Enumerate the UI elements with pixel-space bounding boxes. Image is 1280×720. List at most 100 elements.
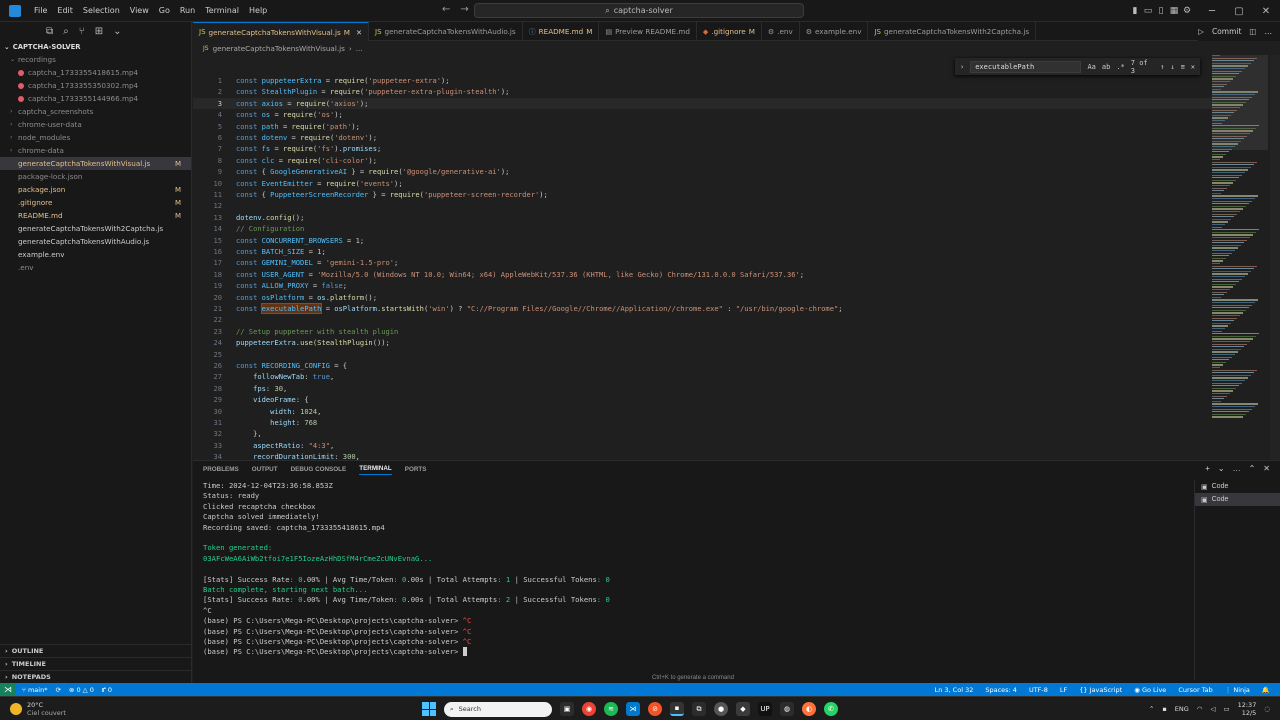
menu-terminal[interactable]: Terminal [200,6,244,15]
vscode-icon[interactable]: ⋊ [626,702,640,716]
cursor-position[interactable]: Ln 3, Col 32 [935,686,974,694]
whole-word-toggle[interactable]: ab [1102,63,1110,71]
commit-button[interactable]: Commit [1212,27,1241,36]
file-item[interactable]: package-lock.json [0,170,191,183]
code-line[interactable]: 2 const StealthPlugin = require('puppetee… [193,86,1213,97]
maximize-panel-icon[interactable]: ⌃ [1249,464,1256,473]
notifications-bell-icon[interactable]: 🔔 [1262,686,1270,694]
code-line[interactable]: 14 // Configuration [193,223,1213,234]
menu-help[interactable]: Help [244,6,272,15]
folder-item[interactable]: › chrome-user-data [0,118,191,131]
code-line[interactable]: 25 [193,349,1213,360]
minimize-icon[interactable]: ─ [1199,6,1225,17]
language-indicator[interactable]: ENG [1175,705,1189,713]
file-item[interactable]: generateCaptchaTokensWith2Captcha.js [0,222,191,235]
code-line[interactable]: 4 const os = require('os'); [193,109,1213,120]
panel-tab-terminal[interactable]: TERMINAL [359,465,392,475]
previous-match-icon[interactable]: ↑ [1160,63,1164,71]
tray-chevron-icon[interactable]: ⌃ [1149,705,1154,713]
whatsapp-icon[interactable]: ✆ [824,702,838,716]
search-view-icon[interactable]: ⌕ [63,26,69,37]
code-line[interactable]: 32 }, [193,428,1213,439]
code-line[interactable]: 3 const axios = require('axios'); [193,97,1213,110]
breadcrumb-file[interactable]: generateCaptchaTokensWithVisual.js [213,44,345,53]
code-line[interactable]: 6 const dotenv = require('dotenv'); [193,132,1213,143]
weather-widget[interactable]: 20°C Ciel couvert [10,701,66,717]
wifi-icon[interactable]: ◠ [1197,705,1203,713]
toggle-panel-icon[interactable]: ▭ [1142,6,1154,16]
next-match-icon[interactable]: ↓ [1170,63,1174,71]
code-line[interactable]: 34 recordDurationLimit: 300, [193,451,1213,460]
panel-tab-problems[interactable]: PROBLEMS [203,466,239,473]
code-line[interactable]: 27 followNewTab: true, [193,371,1213,382]
forward-arrow-icon[interactable]: → [460,4,468,15]
indentation[interactable]: Spaces: 4 [985,686,1017,694]
find-in-selection-icon[interactable]: ≡ [1181,63,1185,71]
editor-tab[interactable]: ⚙ .env [762,22,800,41]
code-line[interactable]: 11 const { PuppeteerScreenRecorder } = re… [193,189,1213,200]
code-line[interactable]: 22 [193,314,1213,325]
end-of-line[interactable]: LF [1060,686,1067,694]
cursor-app-icon[interactable]: ▪ [670,702,684,716]
code-line[interactable]: 16 const BATCH_SIZE = 1; [193,246,1213,257]
split-editor-icon[interactable]: ◫ [1249,27,1256,36]
volume-icon[interactable]: ◁ [1210,705,1215,713]
regex-toggle[interactable]: .* [1116,63,1124,71]
file-explorer-icon[interactable]: ⧉ [692,702,706,716]
code-line[interactable]: 26 const RECORDING_CONFIG = { [193,360,1213,371]
github-icon[interactable]: ● [714,702,728,716]
menu-selection[interactable]: Selection [78,6,125,15]
code-editor[interactable]: 1 const puppeteerExtra = require('puppete… [193,55,1280,460]
code-line[interactable]: 12 [193,200,1213,211]
toggle-sidebar-icon[interactable]: ▮ [1129,6,1141,16]
chrome-icon[interactable]: ◉ [582,702,596,716]
code-line[interactable]: 18 const USER_AGENT = 'Mozilla/5.0 (Windo… [193,269,1213,280]
code-line[interactable]: 29 videoFrame: { [193,394,1213,405]
tray-app-icon[interactable]: ▪ [1162,705,1166,713]
file-item[interactable]: .gitignore M [0,196,191,209]
code-line[interactable]: 23 // Setup puppeteer with stealth plugin [193,326,1213,337]
more-actions-icon[interactable]: … [1265,27,1273,36]
git-client-icon[interactable]: ◆ [736,702,750,716]
firefox-icon[interactable]: ◐ [802,702,816,716]
minimap-viewport[interactable] [1212,55,1268,150]
back-arrow-icon[interactable]: ← [442,4,450,15]
file-item[interactable]: README.md M [0,209,191,222]
folder-item[interactable]: › captcha_screenshots [0,105,191,118]
explorer-files-icon[interactable]: ⧉ [46,26,53,37]
file-item[interactable]: captcha_1733355350302.mp4 [0,79,191,92]
panel-tab-output[interactable]: OUTPUT [252,466,278,473]
battery-icon[interactable]: ▭ [1223,705,1229,713]
file-item[interactable]: example.env [0,248,191,261]
layout-icon[interactable]: ▦ [1168,6,1180,16]
remote-icon[interactable]: ⋊ [0,683,16,696]
toggle-secondary-sidebar-icon[interactable]: ▯ [1155,6,1167,16]
extensions-icon[interactable]: ⊞ [95,26,103,37]
code-line[interactable]: 21 const executablePath = osPlatform.star… [193,303,1213,314]
code-line[interactable]: 30 width: 1024, [193,406,1213,417]
chevron-right-icon[interactable]: › [960,63,964,71]
notification-center-icon[interactable]: ◌ [1264,705,1270,713]
encoding[interactable]: UTF-8 [1029,686,1048,694]
file-item[interactable]: generateCaptchaTokensWithVisual.js M [0,157,191,170]
menu-run[interactable]: Run [175,6,200,15]
ninja-button[interactable]: ⋮ Ninja [1225,686,1250,694]
code-line[interactable]: 24 puppeteerExtra.use(StealthPlugin()); [193,337,1213,348]
clock[interactable]: 12:37 12/5 [1238,701,1257,717]
code-line[interactable]: 33 aspectRatio: "4:3", [193,440,1213,451]
folder-item[interactable]: › chrome-data [0,144,191,157]
close-window-icon[interactable]: ✕ [1253,6,1279,17]
file-item[interactable]: captcha_1733355418615.mp4 [0,66,191,79]
branch-indicator[interactable]: ⑂ main* [22,686,47,694]
settings-gear-icon[interactable]: ⚙ [1181,6,1193,16]
file-item[interactable]: .env [0,261,191,274]
code-line[interactable]: 10 const EventEmitter = require('events')… [193,178,1213,189]
code-line[interactable]: 8 const clc = require('cli-color'); [193,155,1213,166]
code-line[interactable]: 5 const path = require('path'); [193,121,1213,132]
file-item[interactable]: package.json M [0,183,191,196]
code-line[interactable]: 31 height: 768 [193,417,1213,428]
problems-indicator[interactable]: ⊗ 0 △ 0 [69,686,94,694]
close-tab-icon[interactable]: ✕ [356,28,362,37]
code-line[interactable]: 9 const { GoogleGenerativeAI } = require(… [193,166,1213,177]
match-case-toggle[interactable]: Aa [1087,63,1095,71]
